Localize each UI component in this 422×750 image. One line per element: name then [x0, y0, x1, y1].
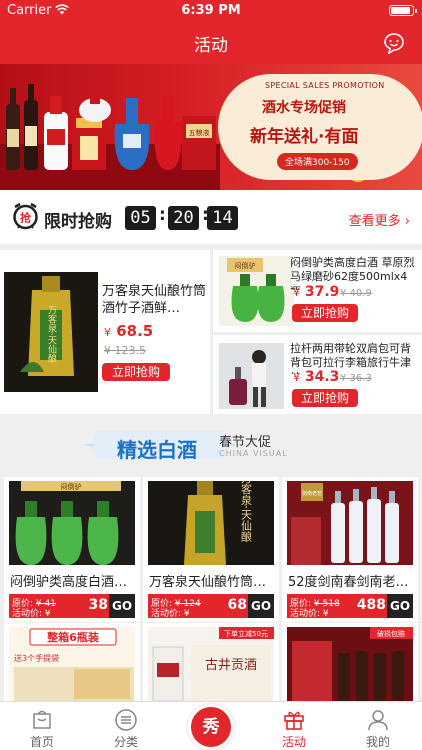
product-price: ¥ 37.9 [293, 284, 340, 300]
flash-product-card[interactable]: 拉杆两用带轮双肩包可背背包可拉行李箱旅行牛津纺… ¥ 34.3 ¥ 36.3 立… [213, 335, 422, 414]
chevron-right-icon: › [404, 214, 410, 229]
product-image: 破损包赔 [287, 627, 413, 701]
alarm-clock-icon: 抢 [13, 202, 38, 230]
countdown-seconds: 14 [207, 206, 238, 230]
price-bar[interactable]: 原价: ¥ 518 活动价: ¥ 488 GO [287, 594, 413, 619]
tab-activity[interactable]: 活动 [252, 702, 336, 750]
product-image-text: 万客泉·天仙酿 [46, 306, 57, 364]
sale-price: 38 [88, 597, 108, 613]
product-old-price: ¥ 123.5 [104, 344, 146, 357]
tab-label: 我的 [365, 735, 390, 749]
section-subtitle-en: CHINA VISUAL [219, 449, 288, 458]
section-subtitle: 春节大促 [219, 435, 272, 450]
buy-now-button[interactable]: 立即抢购 [102, 363, 170, 381]
product-name: 万客泉天仙酿竹筒… [149, 575, 267, 590]
flash-product-card[interactable]: 万客泉·天仙酿 万客泉天仙酿竹筒酒竹子酒鲜… ¥ 68.5 ¥ 123.5 立即… [0, 250, 210, 414]
product-image: 整箱6瓶装 送3个手提袋 [9, 627, 135, 701]
product-brand: 古井贡酒 [205, 658, 257, 673]
tab-profile[interactable]: 我的 [336, 702, 420, 750]
countdown-minutes: 20 [168, 206, 199, 230]
tab-category[interactable]: 分类 [84, 702, 168, 750]
flash-sale-header: 抢 限时抢购 05 : 20 : 14 查看更多 › [0, 190, 422, 244]
bottle-brand-text: 五粮液 [189, 128, 210, 137]
page-title: 活动 [194, 36, 228, 56]
countdown-colon: : [159, 205, 166, 225]
alarm-icon-char: 抢 [20, 211, 32, 225]
flash-sale-title: 限时抢购 [44, 212, 112, 232]
banner-promo-text: SPECIAL SALES PROMOTION [265, 81, 385, 90]
product-grid-item[interactable]: 剑南老窖 52度剑南春剑南老… 原价: ¥ 518 活动价: ¥ 488 GO [282, 477, 418, 622]
sale-price-label: 活动价: ¥ [12, 609, 51, 619]
banner-discount: 全场满300-150 [277, 153, 358, 170]
product-image: 剑南老窖 [287, 481, 413, 565]
sale-price: 68 [227, 597, 247, 613]
product-old-price: ¥ 40.9 [340, 288, 372, 299]
banner-slogan: 新年送礼·有面 [250, 127, 359, 147]
section-title: 精选白酒 [117, 438, 197, 462]
product-name: 闷倒驴类高度白酒… [10, 575, 128, 590]
sale-price-label: 活动价: ¥ [151, 609, 190, 619]
price-bar[interactable]: 原价: ¥ 41 活动价: ¥ 38 GO [9, 594, 135, 619]
product-image [219, 343, 284, 409]
product-grid-item[interactable]: 下单立减50元 古井贡酒 [143, 623, 279, 701]
see-more-link[interactable]: 查看更多 › [349, 210, 410, 229]
product-price: ¥ 34.3 [293, 369, 340, 385]
product-grid-item[interactable]: 闷倒驴 闷倒驴类高度白酒… 原价: ¥ 41 活动价: ¥ 38 GO [4, 477, 140, 622]
buy-now-button[interactable]: 立即抢购 [292, 389, 358, 407]
product-old-price: ¥ 36.3 [340, 373, 372, 384]
product-price: ¥ 68.5 [104, 322, 154, 340]
product-badge: 整箱6瓶装 [46, 630, 99, 644]
sale-price-label: 活动价: ¥ [290, 609, 329, 619]
chat-bubble-icon[interactable] [383, 32, 405, 54]
tab-home[interactable]: 首页 [0, 702, 84, 750]
product-image: 下单立减50元 古井贡酒 [148, 627, 274, 701]
tab-label: 分类 [113, 735, 138, 749]
product-badge: 下单立减50元 [224, 629, 268, 638]
category-icon [115, 709, 137, 731]
product-image: 万客泉·天仙酿 [4, 272, 98, 392]
product-image: 闷倒驴 [219, 256, 294, 326]
flash-product-card[interactable]: 闷倒驴 闷倒驴类高度白酒 草原烈马绿磨砂62度500mlx4瓶… ¥ 37.9 … [213, 250, 422, 332]
home-icon [33, 710, 51, 729]
product-name: 万客泉天仙酿竹筒酒竹子酒鲜… [102, 284, 206, 316]
product-grid-item[interactable]: 整箱6瓶装 送3个手提袋 [4, 623, 140, 701]
product-grid-item[interactable]: 万客泉·天仙酿 万客泉天仙酿竹筒… 原价: ¥ 124 活动价: ¥ 68 GO [143, 477, 279, 622]
price-bar[interactable]: 原价: ¥ 124 活动价: ¥ 68 GO [148, 594, 274, 619]
product-image-text: 万客泉·天仙酿 [240, 481, 253, 542]
user-icon [368, 710, 388, 731]
top-bar: Carrier 6:39 PM 活动 [0, 0, 422, 64]
product-image: 闷倒驴 [9, 481, 135, 565]
center-show-button[interactable]: 秀 [188, 704, 234, 750]
product-image-text: 闷倒驴 [61, 482, 82, 491]
status-bar: Carrier 6:39 PM [0, 0, 422, 22]
gift-icon [284, 711, 304, 730]
product-badge: 破损包赔 [377, 629, 405, 638]
see-more-label: 查看更多 [348, 214, 401, 229]
tab-label: 活动 [281, 735, 306, 749]
product-name: 52度剑南春剑南老… [288, 575, 409, 590]
liquor-bottles-image: 五粮液 [0, 84, 220, 190]
sale-price: 488 [356, 597, 386, 613]
section-header: 精选白酒 春节大促 CHINA VISUAL [0, 417, 422, 473]
tab-label: 首页 [29, 735, 54, 749]
banner-headline: 酒水专场促销 [262, 100, 346, 116]
go-button[interactable]: GO [387, 594, 413, 618]
product-grid-item[interactable]: 破损包赔 [282, 623, 418, 701]
go-button[interactable]: GO [109, 594, 135, 618]
countdown-hours: 05 [125, 206, 156, 230]
product-image-text: 闷倒驴 [235, 261, 256, 270]
product-tag: 送3个手提袋 [14, 653, 59, 663]
battery-icon [389, 5, 417, 16]
go-button[interactable]: GO [248, 594, 274, 618]
promo-banner[interactable]: 五粮液 SPECIAL SALES PROMOTION 酒水专场促销 新年送礼·… [0, 64, 422, 190]
status-time: 6:39 PM [181, 3, 241, 18]
app-screen: Carrier 6:39 PM 活动 五粮液 SPECIAL SALES PRO… [0, 0, 422, 750]
product-image-text: 剑南老窖 [302, 490, 322, 497]
buy-now-button[interactable]: 立即抢购 [292, 304, 358, 322]
product-image: 万客泉·天仙酿 [148, 481, 274, 565]
